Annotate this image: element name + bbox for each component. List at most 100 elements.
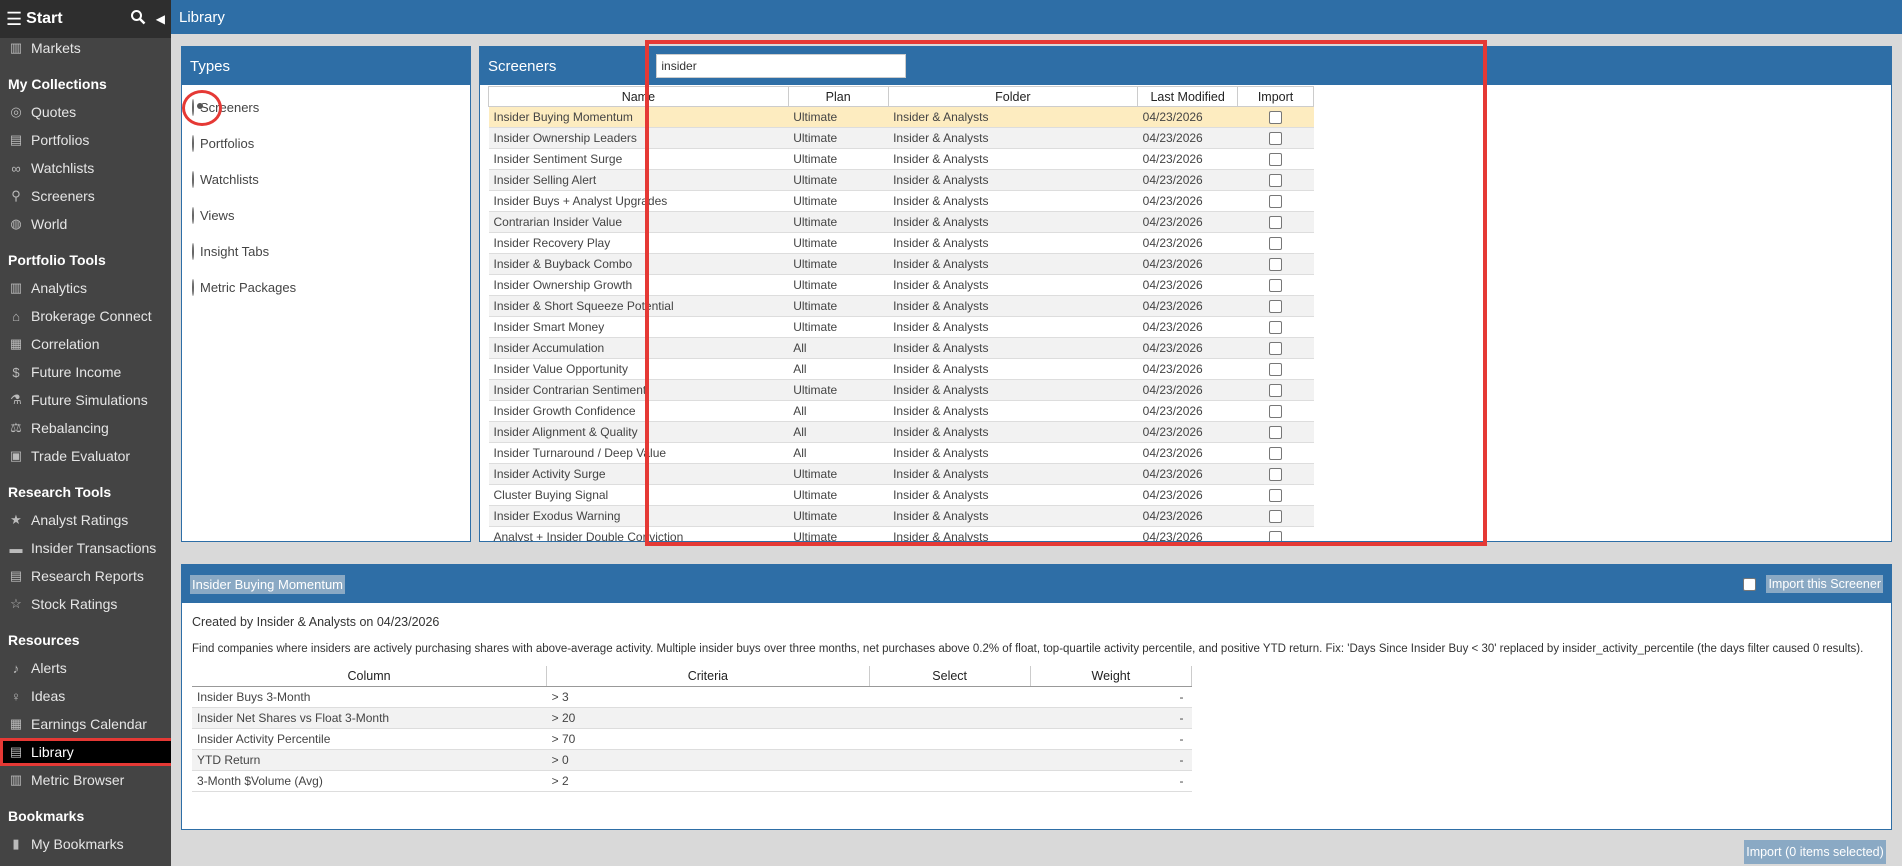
column-header-import[interactable]: Import bbox=[1237, 86, 1314, 107]
import-checkbox[interactable] bbox=[1269, 531, 1283, 541]
radio-button[interactable] bbox=[192, 278, 194, 296]
radio-button[interactable] bbox=[192, 170, 194, 188]
sidebar-item-screeners[interactable]: ⚲ Screeners bbox=[0, 182, 171, 210]
sidebar-item-metric-browser[interactable]: ▥ Metric Browser bbox=[0, 766, 171, 794]
table-row[interactable]: Insider Turnaround / Deep Value All Inside… bbox=[488, 442, 1314, 464]
sidebar-item-correlation[interactable]: ▦ Correlation bbox=[0, 330, 171, 358]
table-row[interactable]: Analyst + Insider Double Conviction Ultim… bbox=[488, 526, 1314, 541]
import-this-label[interactable]: Import this Screener bbox=[1766, 575, 1883, 593]
table-row[interactable]: Insider Alignment & Quality All Insider & … bbox=[488, 421, 1314, 443]
type-option-portfolios[interactable]: Portfolios bbox=[182, 125, 470, 161]
import-checkbox[interactable] bbox=[1269, 510, 1283, 524]
radio-button[interactable] bbox=[192, 206, 194, 224]
table-row[interactable]: Insider Buying Momentum Ultimate Insider &… bbox=[488, 106, 1314, 128]
table-row[interactable]: Insider Exodus Warning Ultimate Insider & … bbox=[488, 505, 1314, 527]
import-checkbox[interactable] bbox=[1269, 258, 1283, 272]
import-checkbox[interactable] bbox=[1269, 300, 1283, 314]
import-checkbox[interactable] bbox=[1269, 321, 1283, 335]
table-row[interactable]: Insider Accumulation All Insider & Analyst… bbox=[488, 337, 1314, 359]
criteria-row: Insider Activity Percentile > 70 - bbox=[192, 728, 1192, 750]
radio-button[interactable] bbox=[192, 242, 194, 260]
table-row[interactable]: Insider Buys + Analyst Upgrades Ultimate I… bbox=[488, 190, 1314, 212]
cell-plan: Ultimate bbox=[788, 232, 889, 254]
cell-name: Insider Value Opportunity bbox=[488, 358, 789, 380]
import-button[interactable]: Import (0 items selected) bbox=[1744, 840, 1886, 864]
import-checkbox[interactable] bbox=[1269, 132, 1283, 146]
import-checkbox[interactable] bbox=[1269, 216, 1283, 230]
sidebar-item-watchlists[interactable]: ∞ Watchlists bbox=[0, 154, 171, 182]
sidebar-item-markets[interactable]: ▥ Markets bbox=[0, 34, 171, 62]
column-header-last-modified[interactable]: Last Modified bbox=[1137, 86, 1239, 107]
sidebar-item-world[interactable]: ◍ World bbox=[0, 210, 171, 238]
sidebar-item-quotes[interactable]: ◎ Quotes bbox=[0, 98, 171, 126]
import-checkbox[interactable] bbox=[1269, 363, 1283, 377]
table-row[interactable]: Insider Smart Money Ultimate Insider & Ana… bbox=[488, 316, 1314, 338]
column-header-folder[interactable]: Folder bbox=[887, 86, 1139, 107]
import-checkbox[interactable] bbox=[1269, 111, 1283, 125]
import-checkbox[interactable] bbox=[1269, 384, 1283, 398]
sidebar-item-trade-evaluator[interactable]: ▣ Trade Evaluator bbox=[0, 442, 171, 470]
collapse-sidebar-icon[interactable]: ◀ bbox=[156, 12, 165, 26]
hamburger-menu-icon[interactable]: ☰ bbox=[6, 9, 22, 30]
table-row[interactable]: Insider Recovery Play Ultimate Insider & A… bbox=[488, 232, 1314, 254]
start-button[interactable]: Start bbox=[26, 10, 130, 28]
import-this-screener[interactable]: Import this Screener bbox=[1743, 575, 1883, 593]
search-icon[interactable] bbox=[130, 9, 146, 30]
sidebar-item-earnings-calendar[interactable]: ▦ Earnings Calendar bbox=[0, 710, 171, 738]
import-checkbox[interactable] bbox=[1269, 279, 1283, 293]
sidebar-item-library[interactable]: ▤ Library bbox=[0, 738, 171, 766]
type-option-views[interactable]: Views bbox=[182, 197, 470, 233]
briefcase-icon: ▣ bbox=[9, 448, 23, 463]
table-row[interactable]: Insider Ownership Growth Ultimate Insider … bbox=[488, 274, 1314, 296]
sidebar-item-insider-transactions[interactable]: ▬ Insider Transactions bbox=[0, 534, 171, 562]
cell-plan: Ultimate bbox=[788, 379, 889, 401]
import-checkbox[interactable] bbox=[1269, 426, 1283, 440]
table-row[interactable]: Insider Selling Alert Ultimate Insider & A… bbox=[488, 169, 1314, 191]
sidebar-item-ideas[interactable]: ♀ Ideas bbox=[0, 682, 171, 710]
cell-import bbox=[1237, 211, 1314, 233]
import-checkbox[interactable] bbox=[1269, 153, 1283, 167]
table-row[interactable]: Contrarian Insider Value Ultimate Insider … bbox=[488, 211, 1314, 233]
table-row[interactable]: Cluster Buying Signal Ultimate Insider & A… bbox=[488, 484, 1314, 506]
sidebar-item-my-bookmarks[interactable]: ▮ My Bookmarks bbox=[0, 830, 171, 858]
column-header-plan[interactable]: Plan bbox=[787, 86, 889, 107]
import-checkbox[interactable] bbox=[1269, 405, 1283, 419]
sidebar-item-stock-ratings[interactable]: ☆ Stock Ratings bbox=[0, 590, 171, 618]
type-option-screeners[interactable]: Screeners bbox=[182, 89, 470, 126]
sidebar-item-future-simulations[interactable]: ⚗ Future Simulations bbox=[0, 386, 171, 414]
sidebar-item-brokerage-connect[interactable]: ⌂ Brokerage Connect bbox=[0, 302, 171, 330]
table-row[interactable]: Insider & Short Squeeze Potential Ultimat… bbox=[488, 295, 1314, 317]
import-checkbox[interactable] bbox=[1269, 489, 1283, 503]
table-row[interactable]: Insider Activity Surge Ultimate Insider & … bbox=[488, 463, 1314, 485]
import-this-checkbox[interactable] bbox=[1743, 577, 1757, 591]
table-row[interactable]: Insider Ownership Leaders Ultimate Insider… bbox=[488, 127, 1314, 149]
sidebar-item-alerts[interactable]: ♪ Alerts bbox=[0, 654, 171, 682]
sidebar-item-future-income[interactable]: $ Future Income bbox=[0, 358, 171, 386]
table-row[interactable]: Insider Sentiment Surge Ultimate Insider &… bbox=[488, 148, 1314, 170]
import-checkbox[interactable] bbox=[1269, 468, 1283, 482]
sidebar-item-rebalancing[interactable]: ⚖ Rebalancing bbox=[0, 414, 171, 442]
type-option-insight-tabs[interactable]: Insight Tabs bbox=[182, 233, 470, 269]
type-option-watchlists[interactable]: Watchlists bbox=[182, 161, 470, 197]
import-checkbox[interactable] bbox=[1269, 195, 1283, 209]
import-checkbox[interactable] bbox=[1269, 342, 1283, 356]
table-row[interactable]: Insider Contrarian Sentiment Ultimate Insi… bbox=[488, 379, 1314, 401]
type-option-metric-packages[interactable]: Metric Packages bbox=[182, 269, 470, 305]
criteria-cell-column: Insider Activity Percentile bbox=[192, 728, 547, 750]
import-checkbox[interactable] bbox=[1269, 447, 1283, 461]
cell-last-modified: 04/23/2026 bbox=[1137, 337, 1238, 359]
sidebar-item-analytics[interactable]: ▥ Analytics bbox=[0, 274, 171, 302]
sidebar-item-portfolios[interactable]: ▤ Portfolios bbox=[0, 126, 171, 154]
table-row[interactable]: Insider Value Opportunity All Insider & An… bbox=[488, 358, 1314, 380]
screener-search-input[interactable] bbox=[656, 54, 907, 78]
sidebar-item-research-reports[interactable]: ▤ Research Reports bbox=[0, 562, 171, 590]
cell-import bbox=[1237, 253, 1314, 275]
import-checkbox[interactable] bbox=[1269, 237, 1283, 251]
type-option-label: Insight Tabs bbox=[200, 243, 270, 259]
import-checkbox[interactable] bbox=[1269, 174, 1283, 188]
radio-button[interactable] bbox=[192, 134, 194, 152]
column-header-name[interactable]: Name bbox=[488, 86, 789, 107]
table-row[interactable]: Insider Growth Confidence All Insider & An… bbox=[488, 400, 1314, 422]
table-row[interactable]: Insider & Buyback Combo Ultimate Insider &… bbox=[488, 253, 1314, 275]
sidebar-item-analyst-ratings[interactable]: ★ Analyst Ratings bbox=[0, 506, 171, 534]
